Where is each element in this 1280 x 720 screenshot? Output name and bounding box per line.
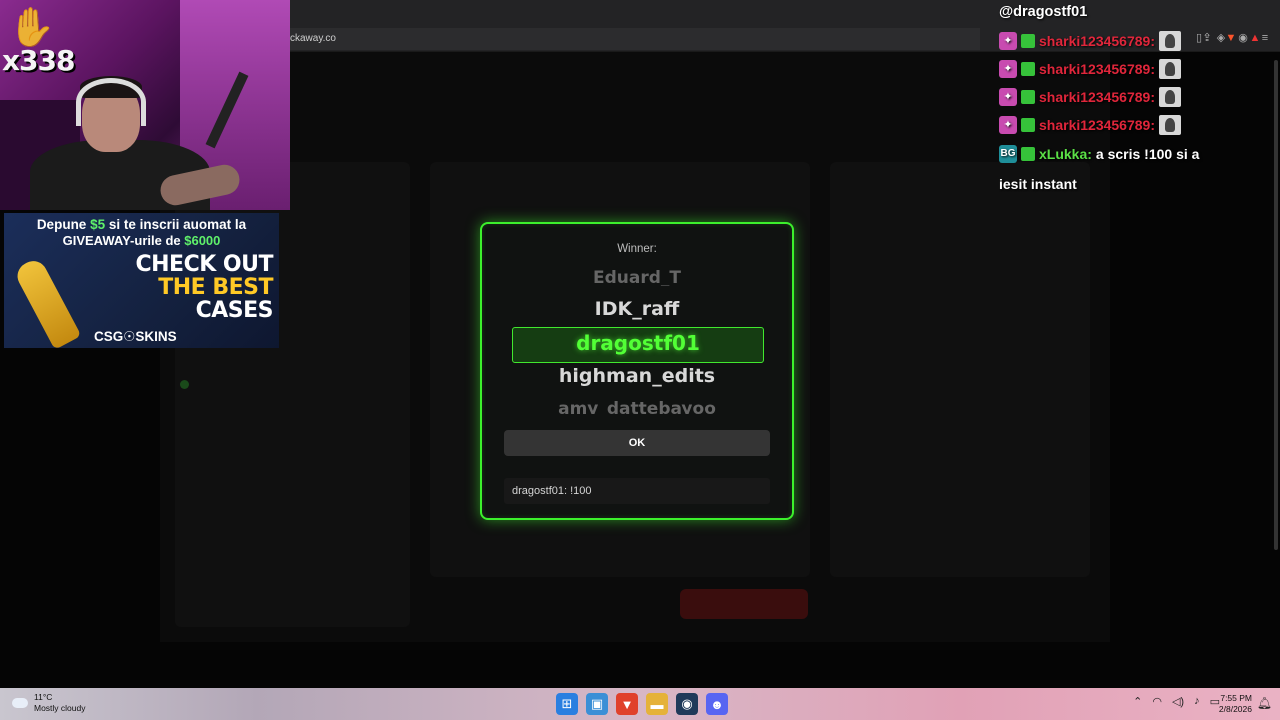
winner-name: dragostf01 [576,331,700,355]
cloud-icon [12,698,28,708]
brave-browser-icon[interactable]: ▼ [616,693,638,715]
sponsor-ad[interactable]: Depune $5 si te inscrii auomat la GIVEAW… [4,213,279,348]
weather-widget[interactable]: 11°C Mostly cloudy [12,692,86,714]
chat-text: a scris !100 si a [1095,146,1200,162]
notification-bell-icon[interactable]: 🔔︎ [1257,696,1272,710]
subscriber-badge-icon: ✦ [999,116,1017,134]
headset [76,78,146,126]
mic-icon[interactable]: ♪ [1194,695,1200,708]
gift-badge-icon [1021,90,1035,104]
ad-line-1: Depune $5 si te inscrii auomat la [36,217,247,232]
app-icon[interactable]: ▣ [586,693,608,715]
emote-icon [1159,87,1181,107]
weather-text: 11°C Mostly cloudy [34,692,86,713]
roll-name: amy_dattebayoo [558,399,716,414]
winner-message-field: dragostf01: !100 [504,478,770,504]
wifi-icon[interactable]: ◠ [1152,695,1162,708]
gift-badge-icon [1021,118,1035,132]
subscriber-badge-icon: ✦ [999,60,1017,78]
pinned-apps: ⊞ ▣ ▼ ▬ ◉ ☻ [556,693,728,715]
discord-icon[interactable]: ☻ [706,693,728,715]
combo-counter: x338 [2,44,76,77]
system-tray: ⌃ ◠ ◁) ♪ ▭ [1133,695,1220,708]
address-bar[interactable] [290,28,980,50]
winner-modal: Winner: Eduard_T IDK_raff dragostf01 hig… [480,222,794,520]
chat-header: @dragostf01 [999,4,1088,20]
chevron-up-icon[interactable]: ⌃ [1133,695,1142,708]
ad-headline: CHECK OUT THE BEST CASES [135,252,273,323]
steam-icon[interactable]: ◉ [676,693,698,715]
volume-icon[interactable]: ◁) [1172,695,1184,708]
chat-overlay: @dragostf01 ✦ sharki123456789: ✦ sharki1… [995,0,1280,200]
windows-start-icon[interactable]: ⊞ [556,693,578,715]
emote-icon [1159,31,1181,51]
chat-message: ✦ sharki123456789: [999,115,1181,135]
winners-panel [830,162,1090,577]
chat-message: BG xLukka: a scris !100 si a [999,145,1199,163]
knife-icon [12,256,82,348]
modal-title: Winner: [617,243,657,255]
chat-username: sharki123456789: [1039,33,1155,49]
emote-icon [1159,115,1181,135]
subscriber-badge-icon: ✦ [999,88,1017,106]
chat-username: sharki123456789: [1039,61,1155,77]
chat-message: ✦ sharki123456789: [999,59,1181,79]
stop-button[interactable] [680,589,808,619]
emote-icon [1159,59,1181,79]
ok-button[interactable]: OK [504,430,770,456]
ad-line-2: GIVEAWAY-urile de $6000 [62,233,221,248]
roll-name: IDK_raff [594,298,680,320]
webcam-overlay: ✋ x338 [0,0,290,210]
roll-name: highman_edits [558,365,716,387]
chat-username: xLukka: [1039,146,1092,162]
chat-username: sharki123456789: [1039,117,1155,133]
chat-text-wrap: iesit instant [999,176,1077,192]
file-explorer-icon[interactable]: ▬ [646,693,668,715]
chat-username: sharki123456789: [1039,89,1155,105]
chat-message: ✦ sharki123456789: [999,31,1181,51]
roll-name: Eduard_T [592,268,681,286]
gift-badge-icon [1021,34,1035,48]
chat-message: ✦ sharki123456789: [999,87,1181,107]
gift-badge-icon [1021,147,1035,161]
taskbar: 11°C Mostly cloudy ⊞ ▣ ▼ ▬ ◉ ☻ ⌃ ◠ ◁) ♪ … [0,688,1280,720]
subscriber-badge-icon: ✦ [999,32,1017,50]
bg-badge-icon: BG [999,145,1017,163]
status-dot [180,380,189,389]
url-text: ckaway.co [290,33,336,44]
clock[interactable]: 7:55 PM 2/8/2026 [1219,693,1252,715]
ad-brand-logo: CSG☉SKINS [94,329,177,344]
gift-badge-icon [1021,62,1035,76]
